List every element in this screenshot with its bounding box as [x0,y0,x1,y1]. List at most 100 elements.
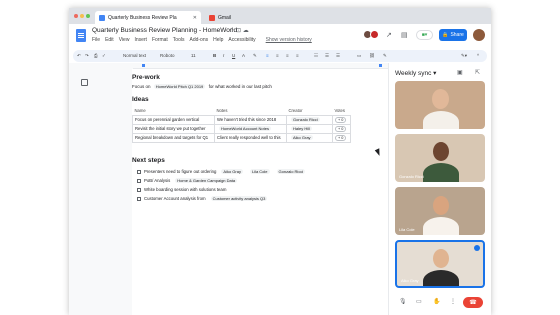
checkbox[interactable] [137,196,141,201]
link-icon[interactable]: ⛓ [369,53,375,59]
vote-chip[interactable]: + 0 [335,134,347,141]
meet-title[interactable]: Weekly sync ▾ [395,69,436,77]
menu-format[interactable]: Format [152,37,168,43]
italic-icon[interactable]: I [223,53,224,58]
menu-edit[interactable]: Edit [105,37,114,43]
checklist-icon[interactable]: ☷ [314,53,318,59]
print-icon[interactable]: ⎙ [94,53,98,58]
version-history-link[interactable]: Show version history [266,37,312,43]
menu-tools[interactable]: Tools [173,37,185,43]
checkbox[interactable] [137,178,141,183]
share-button[interactable]: 🔒 Share [439,29,467,41]
align-left-icon[interactable]: ≡ [266,53,269,58]
person-chip[interactable]: Lila Cole [249,169,270,174]
table-cell[interactable]: Focus on perennial garden vertical [132,114,215,125]
underline-icon[interactable]: U [232,53,235,58]
person-chip[interactable]: Gonzalo Ricci [291,117,320,122]
table-cell[interactable]: + 0 [332,132,351,143]
prework-text-b: for what worked in our last pitch [208,84,272,89]
star-icon[interactable]: ☆ ⊡ ☁ [229,27,249,34]
left-indent-marker[interactable] [142,64,145,67]
table-header-row: Name Notes Creator Votes [133,106,351,115]
image-icon[interactable]: ▭ [357,53,361,59]
open-in-new-icon[interactable]: ⇱ [475,69,480,76]
table-cell[interactable]: Haley Hill [286,123,333,134]
collapse-icon[interactable]: ^ [477,53,479,58]
menu-help[interactable]: Help [213,37,223,43]
font-select[interactable]: Roboto [160,53,175,58]
person-chip[interactable]: Aiko Gray [291,135,313,140]
participant-tile[interactable] [395,81,485,129]
file-chip[interactable]: Customer activity analysis Q3 [210,196,268,201]
highlight-icon[interactable]: ✎ [253,53,257,59]
collaborator-avatars[interactable] [363,30,381,40]
table-cell[interactable]: Revisit the initial story we put togethe… [132,123,215,134]
bold-icon[interactable]: B [213,53,216,58]
comment-add-icon[interactable]: ✎ [383,53,387,59]
tab-gmail[interactable]: Gmail [205,11,275,24]
menu-insert[interactable]: Insert [134,37,147,43]
table-cell[interactable]: We haven't tried this since 2018 [214,114,287,125]
align-right-icon[interactable]: ≡ [286,53,289,58]
style-select[interactable]: Normal text [123,53,146,58]
task-text: Presenters need to figure out ordering [144,169,217,174]
table-cell[interactable]: + 0 [332,123,351,134]
participant-tile[interactable]: Gonzalo Ricci [395,134,485,182]
meet-button[interactable]: ■▾ [416,30,433,40]
tab-docs[interactable]: Quarterly Business Review Pla ✕ [95,11,201,24]
activity-icon[interactable]: ↗ [386,31,392,39]
camera-icon[interactable]: ▭ [416,298,422,305]
table-cell[interactable]: Regional breakdown and targets for Q1 [132,132,215,143]
file-chip[interactable]: HomeWorld Account Notes [219,126,271,131]
table-cell[interactable]: Gonzalo Ricci [286,114,333,125]
account-avatar[interactable] [473,29,485,41]
browser-window: Quarterly Business Review Pla ✕ Gmail Qu… [69,8,491,315]
menu-view[interactable]: View [119,37,130,43]
vote-chip[interactable]: + 0 [335,125,347,132]
more-options-icon[interactable]: ⋮ [450,298,456,305]
table-cell[interactable]: HomeWorld Account Notes [214,123,287,134]
text-color-icon[interactable]: A [242,53,245,58]
table-cell[interactable]: + 0 [332,114,351,125]
checkbox[interactable] [137,187,141,192]
docs-logo-icon[interactable] [76,29,86,42]
participant-tile[interactable]: Lila Cole [395,187,485,235]
spellcheck-icon[interactable]: ✓ [102,53,106,59]
justify-icon[interactable]: ≡ [296,53,299,58]
close-tab-icon[interactable]: ✕ [193,15,197,21]
mic-icon[interactable]: 🎙 [399,298,407,305]
bullets-icon[interactable]: ☰ [325,53,329,59]
share-label: Share [450,32,464,38]
undo-icon[interactable]: ↶ [77,53,81,59]
doc-title[interactable]: Quarterly Business Review Planning - Hom… [92,27,237,34]
person-chip[interactable]: Aiko Gray [221,169,243,174]
participant-body [423,270,459,286]
size-select[interactable]: 11 [191,53,196,58]
person-chip[interactable]: Haley Hill [291,126,312,131]
docs-tab-icon [99,14,105,21]
table-row: Focus on perennial garden vertical We ha… [132,114,351,125]
person-chip[interactable]: Gonzalo Ricci [276,169,306,174]
checkbox[interactable] [137,169,141,174]
gmail-tab-icon [209,14,215,21]
outline-icon[interactable] [81,79,88,86]
vote-chip[interactable]: + 0 [335,116,347,123]
table-cell[interactable]: Client really responded well to this [214,132,287,143]
align-center-icon[interactable]: ≡ [276,53,279,58]
menu-file[interactable]: File [92,37,100,43]
participant-tile-active[interactable]: Aiko Gray [395,240,485,288]
editing-mode-icon[interactable]: ✎▾ [461,53,467,59]
comment-icon[interactable]: ▤ [401,31,408,39]
menu-accessibility[interactable]: Accessibility [228,37,255,43]
file-chip[interactable]: Home & Garden Campaign Data [175,178,238,183]
file-chip[interactable]: HomeWorld Pitch Q1 2019 [153,84,206,89]
raise-hand-icon[interactable]: ✋ [433,298,440,305]
table-cell[interactable]: Aiko Gray [286,132,333,143]
redo-icon[interactable]: ↷ [85,53,89,59]
right-indent-marker[interactable] [379,64,382,67]
picture-in-picture-icon[interactable]: ▣ [457,69,463,76]
window-controls[interactable] [74,14,90,18]
menu-addons[interactable]: Add-ons [189,37,208,43]
numbered-list-icon[interactable]: ☰ [336,53,340,59]
end-call-button[interactable]: ☎ [463,297,483,308]
